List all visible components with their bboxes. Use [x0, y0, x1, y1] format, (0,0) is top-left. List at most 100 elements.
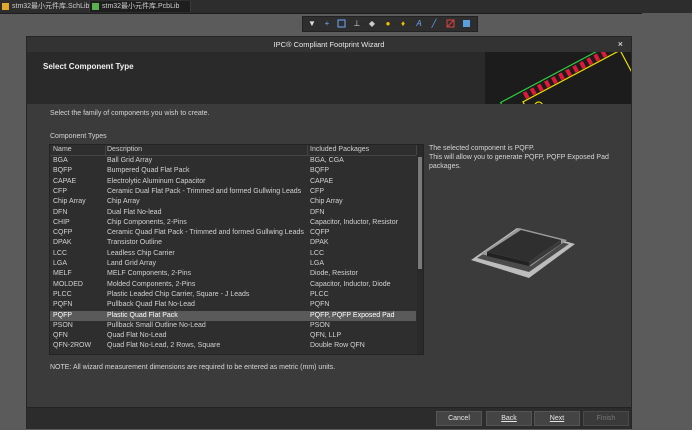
pqfp-package-image — [467, 216, 587, 286]
row-name-cell: CQFP — [53, 229, 73, 237]
row-packages-cell: BGA, CGA — [310, 157, 344, 164]
row-description-cell: Ceramic Quad Flat Pack - Trimmed and for… — [107, 229, 304, 237]
component-types-label: Component Types — [50, 133, 107, 140]
row-name-cell: PSON — [53, 321, 73, 329]
row-packages-cell: Capacitor, Inductor, Resistor — [310, 218, 398, 226]
row-packages-cell: CAPAE — [310, 177, 334, 185]
row-name-cell: MELF — [53, 270, 72, 278]
table-row[interactable]: Chip Array Chip Array Chip Array — [50, 197, 416, 207]
table-row[interactable]: PQFP Plastic Quad Flat Pack PQFP, PQFP Exp… — [50, 310, 416, 321]
table-scrollbar[interactable] — [417, 145, 423, 354]
scrollbar-thumb[interactable] — [418, 157, 422, 269]
row-description-cell: Transistor Outline — [107, 239, 162, 247]
pad-icon[interactable]: ⊥ — [352, 19, 362, 29]
description-line: This will allow you to generate PQFP, PQ… — [429, 154, 609, 161]
component-icon[interactable] — [445, 19, 455, 29]
row-packages-cell: LCC — [310, 249, 325, 257]
row-description-cell: Land Grid Array — [107, 260, 157, 267]
table-row[interactable]: CFP Ceramic Dual Flat Pack - Trimmed and … — [50, 187, 416, 197]
tab-schlib[interactable]: stm32最小元件库.SchLib — [0, 1, 100, 12]
wizard-body: Select the family of components you wish… — [27, 104, 631, 407]
row-description-cell: Electrolytic Aluminum Capacitor — [107, 177, 206, 185]
table-row[interactable]: DFN Dual Flat No-lead DFN — [50, 208, 416, 218]
table-row[interactable]: DPAK Transistor Outline DPAK — [50, 238, 416, 248]
row-packages-cell: PLCC — [310, 290, 329, 298]
workspace-background — [642, 13, 692, 430]
filter-icon[interactable]: ▼ — [307, 19, 317, 29]
table-row[interactable]: CAPAE Electrolytic Aluminum Capacitor CAPA… — [50, 177, 416, 187]
row-name-cell: CAPAE — [53, 177, 77, 185]
table-row[interactable]: CHIP Chip Components, 2-Pins Capacitor, In… — [50, 218, 416, 228]
row-name-cell: Chip Array — [53, 198, 86, 206]
row-name-cell: PQFP — [53, 311, 73, 319]
schlib-file-icon — [2, 3, 9, 10]
table-row[interactable]: MOLDED Molded Components, 2-Pins Capacitor… — [50, 280, 416, 290]
row-description-cell: Pullback Quad Flat No-Lead — [107, 301, 195, 309]
row-packages-cell: BQFP — [310, 167, 330, 175]
tab-pcblib[interactable]: stm32最小元件库.PcbLib — [89, 1, 191, 12]
text-icon[interactable]: A — [414, 19, 424, 29]
table-row[interactable]: BQFP Bumpered Quad Flat Pack BQFP — [50, 166, 416, 176]
table-row[interactable]: CQFP Ceramic Quad Flat Pack - Trimmed and… — [50, 228, 416, 238]
close-icon[interactable]: × — [618, 37, 623, 52]
table-row[interactable]: LCC Leadless Chip Carrier LCC — [50, 249, 416, 259]
place-icon[interactable]: ♦ — [398, 19, 408, 29]
pcb-footprint-illustration — [485, 52, 631, 104]
column-header-description[interactable]: Description — [107, 145, 308, 155]
cancel-button[interactable]: Cancel — [436, 411, 482, 426]
table-row[interactable]: PQFN Pullback Quad Flat No-Lead PQFN — [50, 300, 416, 310]
row-name-cell: PQFN — [53, 301, 73, 309]
wizard-header: Select Component Type — [27, 52, 631, 104]
component-types-table[interactable]: Name Description Included Packages BGA Ba… — [49, 144, 424, 355]
row-name-cell: LCC — [53, 249, 68, 257]
row-description-cell: Chip Components, 2-Pins — [107, 218, 187, 226]
row-name-cell: BQFP — [53, 167, 73, 175]
table-row[interactable]: QFN-2ROW Quad Flat No-Lead, 2 Rows, Squar… — [50, 341, 416, 351]
row-description-cell: Bumpered Quad Flat Pack — [107, 167, 190, 175]
row-description-cell: Ball Grid Array — [107, 157, 153, 164]
active-bar-toolbar: ▼ + ⊥ ◆ ● ♦ A ╱ — [302, 16, 478, 32]
next-button[interactable]: Next — [534, 411, 580, 426]
row-description-cell: Molded Components, 2-Pins — [107, 280, 196, 288]
column-header-packages[interactable]: Included Packages — [310, 145, 417, 155]
row-packages-cell: CFP — [310, 187, 324, 195]
table-row[interactable]: MELF MELF Components, 2-Pins Diode, Resist… — [50, 269, 416, 279]
table-row[interactable]: PLCC Plastic Leaded Chip Carrier, Square … — [50, 290, 416, 300]
row-name-cell: DFN — [53, 208, 68, 216]
document-tab-bar: stm32最小元件库.SchLib stm32最小元件库.PcbLib — [0, 0, 692, 14]
region-icon[interactable] — [461, 19, 471, 29]
back-button[interactable]: Back — [486, 411, 532, 426]
pcblib-file-icon — [92, 3, 99, 10]
row-name-cell: DPAK — [53, 239, 72, 247]
table-row[interactable]: PSON Pullback Small Outline No-Lead PSON — [50, 321, 416, 331]
table-row[interactable]: LGA Land Grid Array LGA — [50, 259, 416, 269]
description-line: The selected component is PQFP. — [429, 145, 535, 152]
row-packages-cell: DFN — [310, 208, 325, 216]
table-row[interactable]: QFN Quad Flat No-Lead QFN, LLP — [50, 331, 416, 341]
row-description-cell: Quad Flat No-Lead — [107, 332, 167, 340]
row-description-cell: Chip Array — [107, 198, 140, 206]
row-packages-cell: QFN, LLP — [310, 332, 342, 340]
rect-select-icon[interactable] — [336, 19, 346, 29]
column-header-name[interactable]: Name — [53, 145, 106, 155]
row-name-cell: QFN — [53, 332, 68, 340]
row-description-cell: Pullback Small Outline No-Lead — [107, 321, 206, 329]
cross-icon[interactable]: + — [322, 19, 332, 29]
table-row[interactable]: BGA Ball Grid Array BGA, CGA — [50, 156, 416, 166]
row-name-cell: BGA — [53, 157, 68, 164]
footprint-wizard-dialog: IPC® Compliant Footprint Wizard × Select… — [26, 36, 632, 429]
finish-button[interactable]: Finish — [583, 411, 629, 426]
circle-icon[interactable]: ● — [383, 19, 393, 29]
row-packages-cell: PSON — [310, 321, 330, 329]
line-icon[interactable]: ╱ — [429, 19, 439, 29]
row-name-cell: LGA — [53, 260, 68, 267]
row-name-cell: QFN-2ROW — [53, 342, 92, 350]
table-header: Name Description Included Packages — [50, 145, 417, 156]
row-description-cell: Ceramic Dual Flat Pack - Trimmed and for… — [107, 187, 302, 195]
row-name-cell: PLCC — [53, 290, 72, 298]
row-description-cell: Plastic Quad Flat Pack — [107, 311, 178, 319]
via-icon[interactable]: ◆ — [367, 19, 377, 29]
row-description-cell: Leadless Chip Carrier — [107, 249, 175, 257]
row-packages-cell: Diode, Resistor — [310, 270, 358, 278]
tab-schlib-label: stm32最小元件库.SchLib — [12, 3, 90, 10]
